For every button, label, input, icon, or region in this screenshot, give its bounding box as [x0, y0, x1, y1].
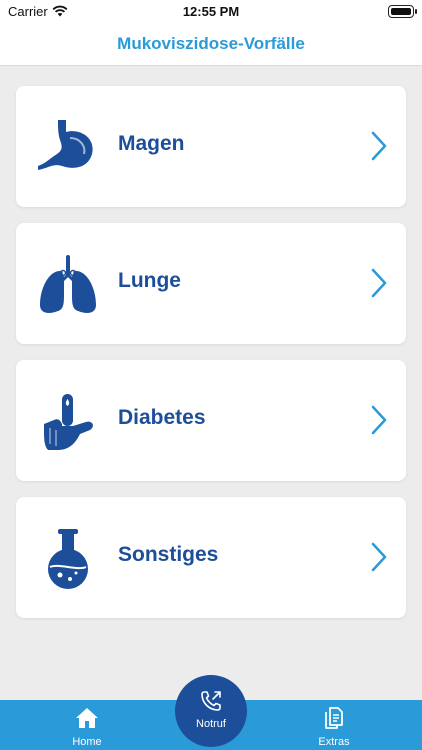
chevron-right-icon — [371, 542, 387, 572]
category-card-sonstiges[interactable]: Sonstiges — [16, 497, 406, 618]
nav-bar: Mukoviszidose-Vorfälle — [0, 24, 422, 66]
chevron-right-icon — [371, 268, 387, 298]
flask-icon — [48, 529, 88, 589]
finger-drop-icon — [44, 394, 93, 450]
home-icon — [76, 708, 98, 728]
chevron-right-icon — [371, 131, 387, 161]
category-label: Magen — [118, 132, 185, 155]
tab-home-label: Home — [72, 736, 102, 748]
category-card-diabetes[interactable]: Diabetes — [16, 360, 406, 481]
tab-extras[interactable]: Extras — [289, 700, 379, 750]
tab-home[interactable]: Home — [42, 700, 132, 750]
emergency-call-button[interactable]: Notruf — [175, 675, 247, 747]
page-title: Mukoviszidose-Vorfälle — [117, 34, 305, 53]
clock: 12:55 PM — [182, 4, 240, 19]
battery-icon — [388, 5, 417, 18]
category-label: Diabetes — [118, 406, 206, 429]
chevron-right-icon — [371, 405, 387, 435]
phone-outgoing-icon — [201, 691, 221, 711]
category-label: Lunge — [118, 269, 181, 292]
category-label: Sonstiges — [118, 543, 219, 566]
stomach-icon — [38, 120, 93, 170]
category-card-lunge[interactable]: Lunge — [16, 223, 406, 344]
documents-icon — [325, 707, 343, 729]
category-list: Magen Lunge Diabetes Sonstiges — [0, 66, 422, 700]
lungs-icon — [40, 255, 96, 313]
category-card-magen[interactable]: Magen — [16, 86, 406, 207]
status-bar: Carrier 12:55 PM — [0, 0, 422, 24]
emergency-call-label: Notruf — [196, 718, 226, 730]
tab-extras-label: Extras — [318, 736, 350, 748]
